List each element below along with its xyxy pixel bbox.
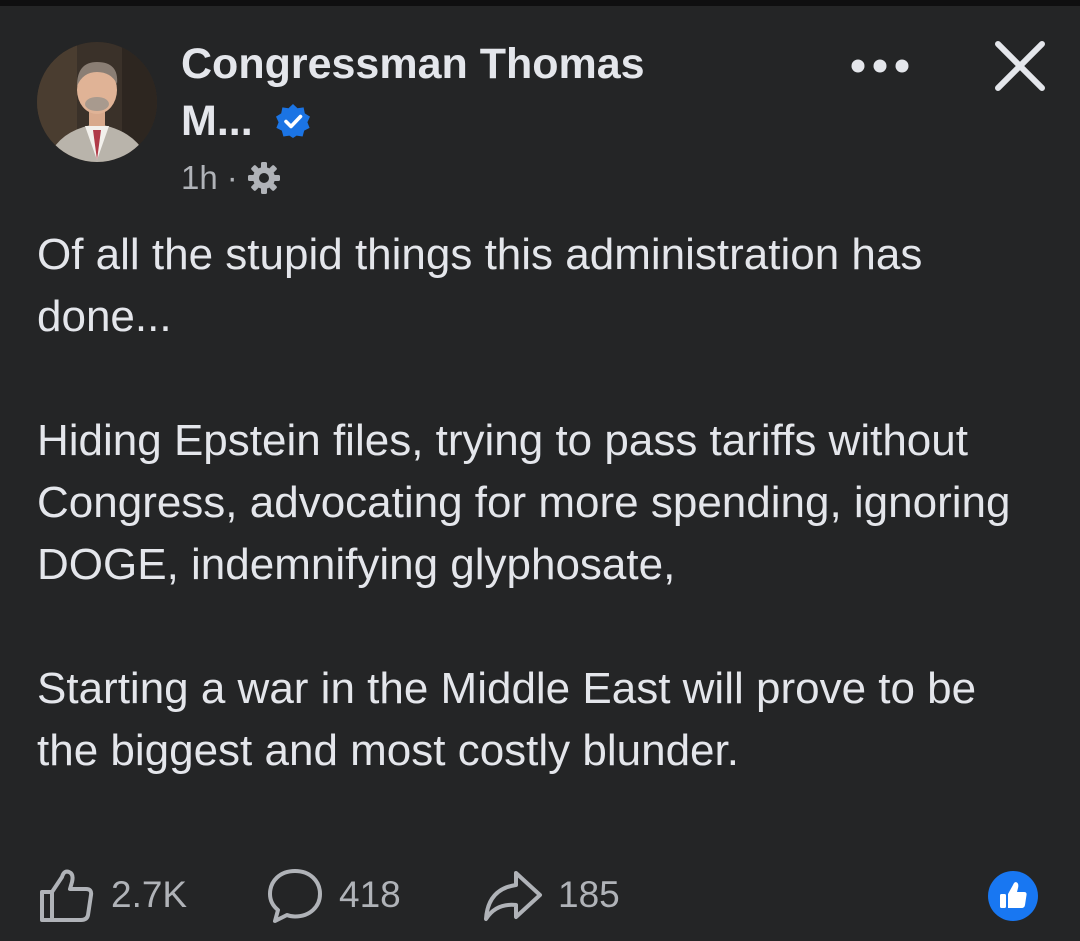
- comment-button[interactable]: 418: [265, 860, 401, 930]
- author-name-line2: M...: [181, 97, 253, 145]
- close-icon: [995, 41, 1045, 91]
- post-meta: 1h ·: [181, 156, 281, 200]
- share-icon: [484, 871, 542, 921]
- like-reaction-icon[interactable]: [987, 870, 1039, 922]
- post-actions-bar: 2.7K 418 185: [0, 860, 1080, 930]
- gear-icon[interactable]: [247, 161, 281, 195]
- more-dots-icon: [851, 59, 909, 73]
- close-button[interactable]: [990, 36, 1050, 96]
- thumbs-up-icon: [40, 869, 94, 922]
- timestamp[interactable]: 1h: [181, 156, 218, 200]
- post-paragraph: Starting a war in the Middle East will p…: [37, 664, 977, 775]
- share-count: 185: [558, 874, 620, 915]
- meta-separator: ·: [226, 159, 238, 196]
- top-edge: [0, 0, 1080, 6]
- avatar[interactable]: [37, 42, 157, 162]
- post-paragraph: Of all the stupid things this administra…: [37, 230, 923, 341]
- share-button[interactable]: 185: [482, 860, 620, 930]
- verified-badge-icon: [275, 104, 310, 138]
- comment-count: 418: [339, 874, 401, 915]
- like-count: 2.7K: [111, 874, 188, 915]
- more-options-button[interactable]: [846, 46, 914, 86]
- author-name-line1: Congressman Thomas: [181, 40, 645, 88]
- author-name[interactable]: Congressman Thomas M...: [181, 36, 741, 150]
- like-button[interactable]: 2.7K: [37, 860, 187, 930]
- comment-icon: [268, 869, 322, 923]
- post-body: Of all the stupid things this administra…: [37, 224, 1047, 782]
- post-paragraph: Hiding Epstein files, trying to pass tar…: [37, 416, 1011, 589]
